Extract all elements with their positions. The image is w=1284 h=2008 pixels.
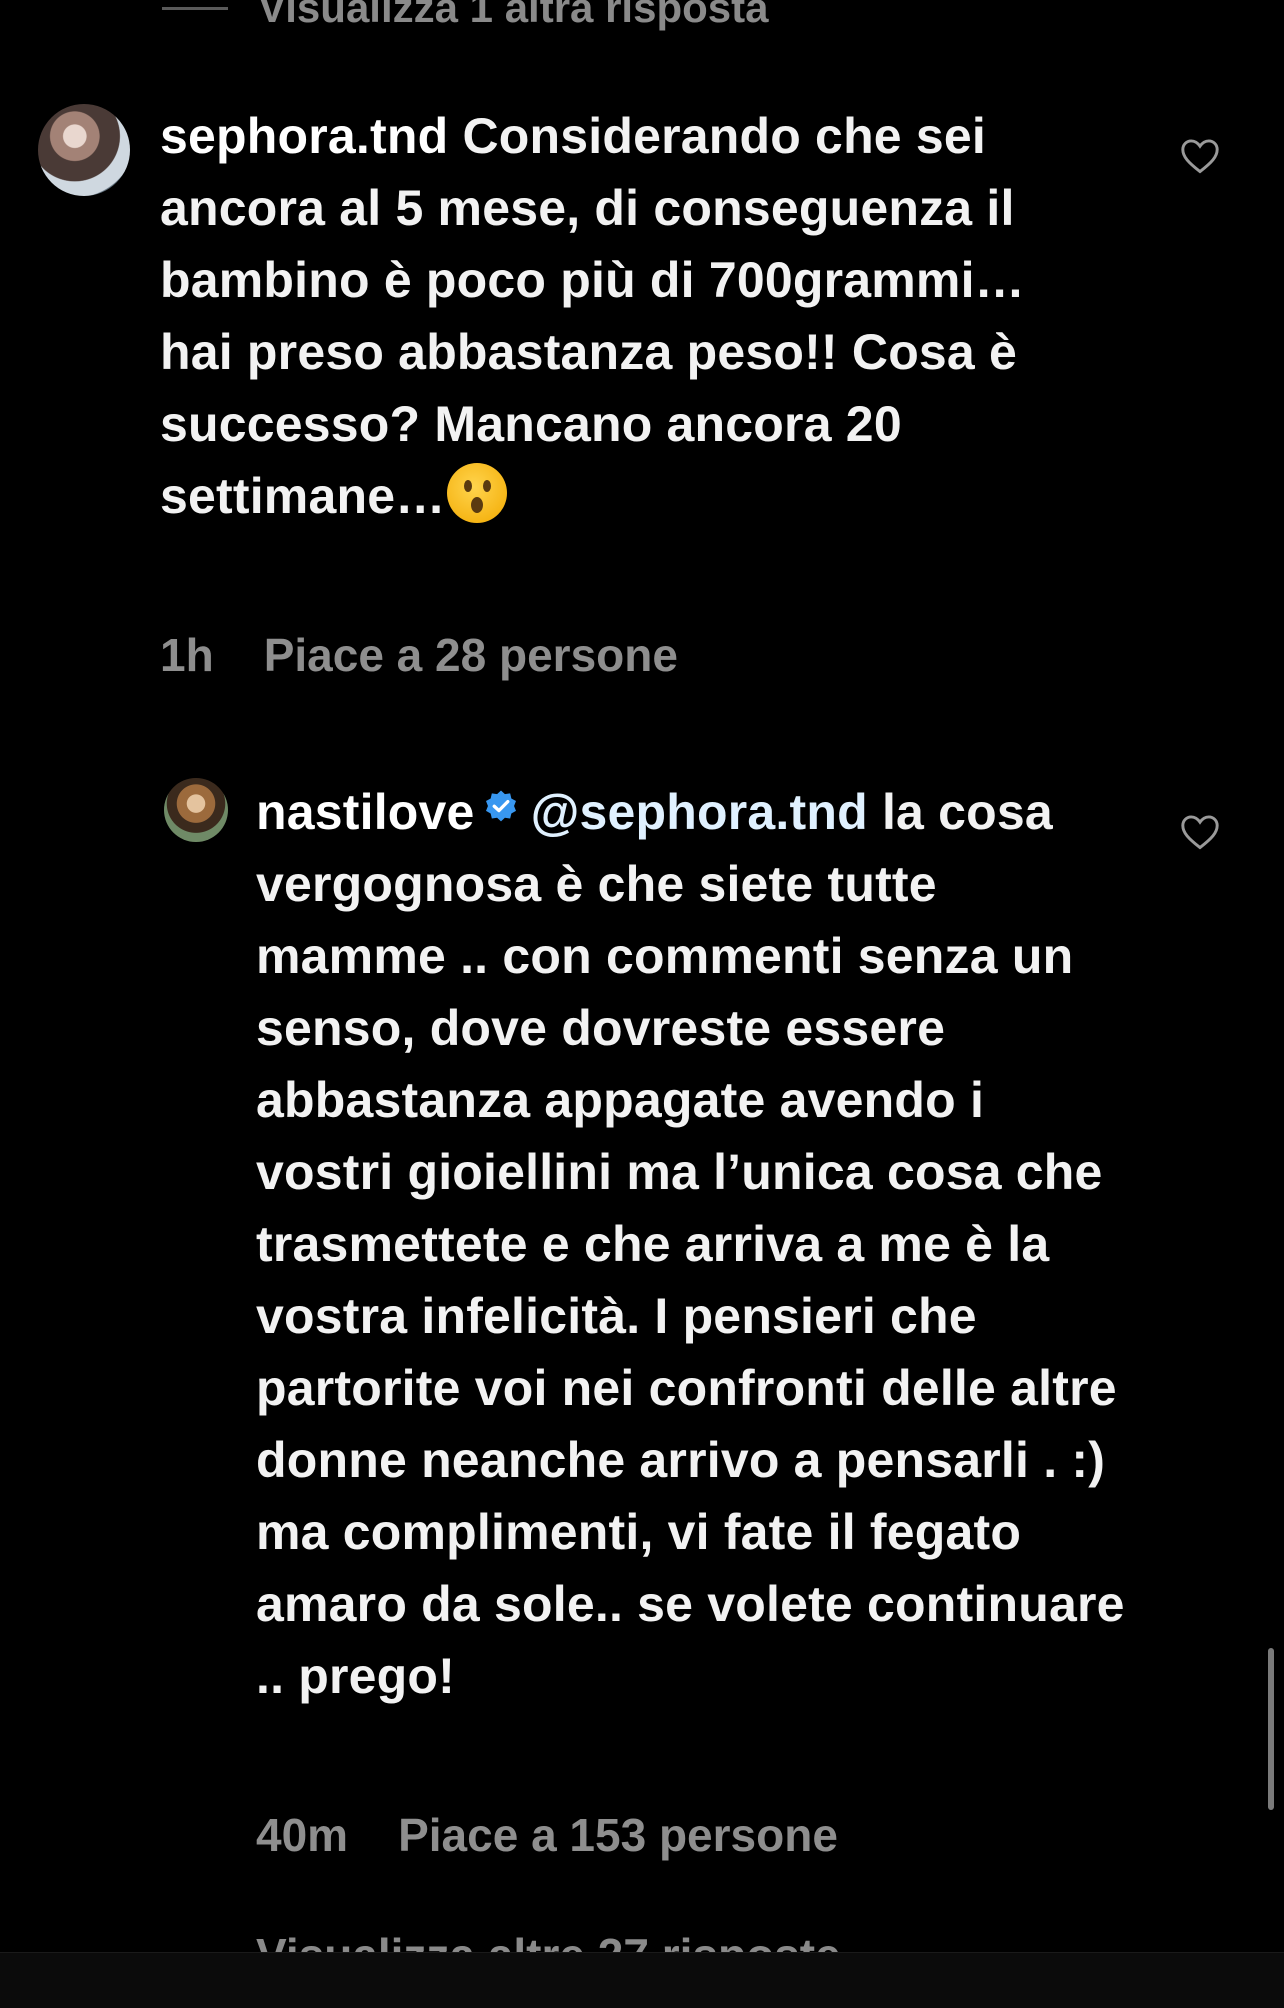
comment-meta-nastilove: 40m Piace a 153 persone xyxy=(256,1808,838,1862)
likes-count[interactable]: Piace a 28 persone xyxy=(264,628,678,682)
username-nastilove[interactable]: nastilove xyxy=(256,784,475,840)
like-heart-icon[interactable] xyxy=(1180,138,1220,174)
comment-meta-sephora: 1h Piace a 28 persone xyxy=(160,628,678,682)
username-sephora[interactable]: sephora.tnd xyxy=(160,108,448,164)
likes-count[interactable]: Piace a 153 persone xyxy=(398,1808,838,1862)
like-heart-icon[interactable] xyxy=(1180,814,1220,850)
comment-body-nastilove: la cosa vergognosa è che siete tutte mam… xyxy=(256,784,1125,1704)
hushed-face-emoji-icon xyxy=(447,463,508,523)
view-replies-label: Visualizza 1 altra risposta xyxy=(258,0,769,31)
reply-thread-line xyxy=(162,6,228,10)
view-more-replies-top[interactable]: Visualizza 1 altra risposta xyxy=(162,0,768,38)
comment-sephora: sephora.tnd Considerando che sei ancora … xyxy=(160,100,1040,532)
mention-link[interactable]: @sephora.tnd xyxy=(531,784,868,840)
verified-badge-icon xyxy=(485,790,516,822)
bottom-bar xyxy=(0,1952,1284,2008)
timestamp: 1h xyxy=(160,629,214,681)
avatar-nastilove[interactable] xyxy=(164,778,228,842)
comment-nastilove: nastilove @sephora.tnd la cosa vergognosa… xyxy=(256,776,1126,1712)
avatar-sephora[interactable] xyxy=(38,104,130,196)
comment-body-sephora: Considerando che sei ancora al 5 mese, d… xyxy=(160,108,1025,524)
scrollbar[interactable] xyxy=(1268,1648,1274,1810)
timestamp: 40m xyxy=(256,1809,349,1861)
